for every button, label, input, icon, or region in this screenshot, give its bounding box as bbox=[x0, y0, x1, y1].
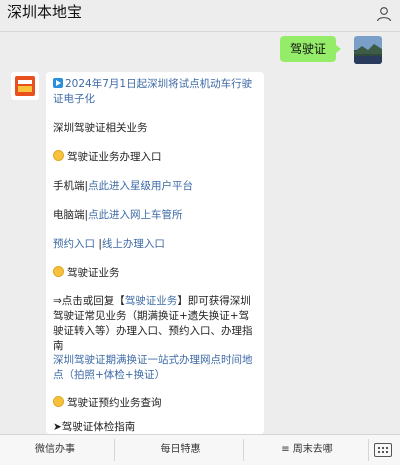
section-heading: 驾驶证业务办理入口 bbox=[53, 150, 259, 165]
tab-weekend[interactable]: ≡ 周末去哪 bbox=[247, 435, 367, 465]
header-divider bbox=[0, 31, 400, 32]
mobile-link[interactable]: 点此进入星级用户平台 bbox=[88, 180, 193, 192]
bullet-icon bbox=[53, 396, 64, 407]
mobile-entry: 手机端|点此进入星级用户平台 bbox=[53, 180, 194, 192]
bottom-menu-bar: 微信办事 每日特惠 ≡ 周末去哪 bbox=[0, 434, 400, 465]
message-card: 2024年7月1日起深圳将试点机动车行驶证电子化 深圳驾驶证相关业务 驾驶证业务… bbox=[46, 72, 264, 434]
outgoing-bubble[interactable]: 驾驶证 bbox=[279, 36, 342, 62]
self-avatar[interactable] bbox=[354, 36, 382, 64]
header: 深圳本地宝 bbox=[0, 0, 400, 30]
pc-entry: 电脑端|点此进入网上车管所 bbox=[53, 209, 183, 221]
related-heading: 深圳驾驶证相关业务 bbox=[53, 122, 148, 134]
keyboard-icon[interactable] bbox=[374, 443, 392, 457]
bullet-icon bbox=[53, 266, 64, 277]
section-heading: 驾驶证预约业务查询 bbox=[53, 396, 259, 411]
booking-entry: 预约入口 |线上办理入口 bbox=[53, 238, 165, 250]
section-heading: 驾驶证业务 bbox=[53, 266, 259, 281]
booking-link[interactable]: 预约入口 bbox=[53, 238, 95, 250]
tab-wechat-services[interactable]: 微信办事 bbox=[0, 435, 110, 465]
tab-divider bbox=[243, 439, 244, 461]
page-title: 深圳本地宝 bbox=[7, 3, 83, 21]
expire-link[interactable]: 深圳驾驶证期满换证一站式办理网点时间地点（拍照+体检+换证） bbox=[53, 353, 259, 383]
outgoing-message: 驾驶证 bbox=[262, 36, 382, 64]
keyword-link[interactable]: 驾驶证业务 bbox=[125, 295, 178, 307]
bot-avatar[interactable] bbox=[11, 72, 39, 100]
tab-divider bbox=[114, 439, 115, 461]
reply-hint: ⇒点击或回复【驾驶证业务】即可获得深圳驾驶证常见业务（期满换证+遗失换证+驾驶证… bbox=[53, 295, 253, 352]
tab-daily-deals[interactable]: 每日特惠 bbox=[118, 435, 243, 465]
bullet-icon bbox=[53, 150, 64, 161]
tab-divider bbox=[368, 439, 369, 461]
play-icon bbox=[53, 78, 63, 88]
card-headline[interactable]: 2024年7月1日起深圳将试点机动车行驶证电子化 bbox=[53, 77, 259, 107]
bottom-link[interactable]: ➤驾驶证体检指南 bbox=[53, 420, 259, 434]
pc-link[interactable]: 点此进入网上车管所 bbox=[88, 209, 183, 221]
online-link[interactable]: 线上办理入口 bbox=[102, 238, 165, 250]
user-profile-icon[interactable] bbox=[376, 6, 392, 22]
